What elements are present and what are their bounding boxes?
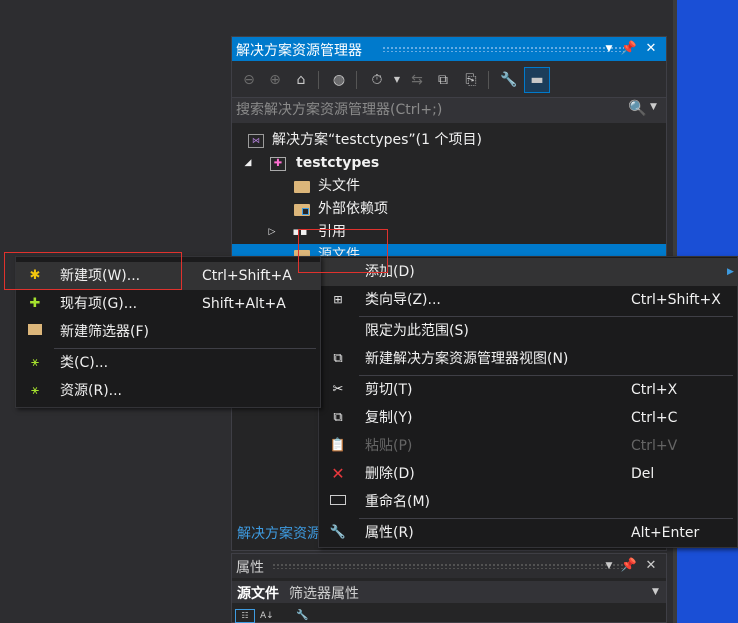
- object-name: 源文件: [237, 586, 279, 602]
- collapsed-arrow-icon[interactable]: ▷: [264, 225, 280, 239]
- rename-icon: [329, 494, 347, 510]
- property-pages-wrench-icon[interactable]: 🔧: [296, 609, 310, 623]
- pending-changes-filter-icon[interactable]: ⏱: [366, 69, 388, 91]
- submenu-item-resource[interactable]: ⚹ 资源(R)...: [16, 377, 320, 405]
- menu-item-class-wizard[interactable]: ⊞ 类向导(Z)... Ctrl+Shift+X: [319, 286, 737, 314]
- tree-item-solution[interactable]: ⋈ 解决方案“testctypes”(1 个项目): [232, 129, 666, 152]
- chevron-down-icon[interactable]: ▼: [386, 69, 408, 91]
- menu-item-paste[interactable]: 📋 粘贴(P) Ctrl+V: [319, 432, 737, 460]
- solution-explorer-toolbar: ⊖ ⊕ ⌂ ◍ ⏱ ▼ ⇆ ⧉ ⎘ 🔧 ▬: [232, 61, 666, 97]
- pin-icon[interactable]: 📌: [620, 39, 638, 59]
- panel-title: 解决方案资源管理器: [236, 43, 362, 59]
- expanded-arrow-icon[interactable]: ◢: [240, 156, 256, 170]
- submenu-item-new-filter[interactable]: 新建筛选器(F): [16, 318, 320, 346]
- back-icon[interactable]: ⊖: [238, 69, 260, 91]
- context-menu: 添加(D) ▶ ⊞ 类向导(Z)... Ctrl+Shift+X 限定为此范围(…: [318, 256, 738, 548]
- home-icon[interactable]: ⌂: [290, 69, 312, 91]
- wrench-icon: 🔧: [329, 525, 347, 540]
- sync-icon[interactable]: ⇆: [406, 69, 428, 91]
- switch-view-icon[interactable]: ◍: [328, 69, 350, 91]
- new-folder-icon: [26, 324, 44, 340]
- new-view-icon: ⧉: [333, 351, 343, 366]
- properties-panel: 属性 ▼ 📌 ✕ 源文件 筛选器属性 ▼ ☷ A↓ 🔧: [231, 553, 667, 623]
- alphabetical-icon[interactable]: A↓: [260, 609, 278, 623]
- show-all-files-icon[interactable]: ⎘: [460, 69, 482, 91]
- menu-item-delete[interactable]: ✕ 删除(D) Del: [319, 460, 737, 488]
- add-class-icon: ⚹: [31, 355, 39, 370]
- tree-item-project[interactable]: ◢ ✚ testctypes: [232, 152, 666, 175]
- menu-item-cut[interactable]: ✂ 剪切(T) Ctrl+X: [319, 376, 737, 404]
- drag-grip[interactable]: [272, 563, 624, 569]
- collapse-all-icon[interactable]: ⧉: [432, 69, 454, 91]
- solution-explorer-title-bar[interactable]: 解决方案资源管理器 ▼ 📌 ✕: [232, 37, 666, 61]
- submenu-item-existing-item[interactable]: ✚ 现有项(G)... Shift+Alt+A: [16, 290, 320, 318]
- menu-item-properties[interactable]: 🔧 属性(R) Alt+Enter: [319, 519, 737, 547]
- window-position-dropdown-icon[interactable]: ▼: [600, 556, 618, 576]
- existing-item-icon: ✚: [29, 296, 41, 311]
- object-selector[interactable]: 源文件 筛选器属性 ▼: [232, 581, 666, 603]
- chevron-down-icon[interactable]: ▼: [650, 102, 657, 112]
- submenu-item-class[interactable]: ⚹ 类(C)...: [16, 349, 320, 377]
- search-box: 🔍 ▼: [232, 97, 666, 123]
- drag-grip[interactable]: [382, 46, 624, 52]
- delete-x-icon: ✕: [331, 464, 345, 483]
- search-input[interactable]: [236, 100, 616, 120]
- folder-icon: [294, 181, 310, 193]
- paste-icon: 📋: [329, 438, 347, 453]
- menu-item-rename[interactable]: 重命名(M): [319, 488, 737, 516]
- close-icon[interactable]: ✕: [642, 39, 660, 59]
- project-icon: ✚: [270, 157, 286, 171]
- properties-title-bar[interactable]: 属性 ▼ 📌 ✕: [232, 554, 666, 578]
- highlight-box-new-item: [4, 252, 182, 290]
- search-icon[interactable]: 🔍: [628, 99, 647, 117]
- highlight-box-source-files: [298, 229, 388, 273]
- object-type: 筛选器属性: [289, 586, 359, 602]
- panel-title: 属性: [236, 560, 264, 576]
- categorized-icon[interactable]: ☷: [235, 609, 255, 623]
- forward-icon[interactable]: ⊕: [264, 69, 286, 91]
- tab-solution-explorer[interactable]: 解决方案资源: [237, 523, 321, 543]
- tree-item-header-files[interactable]: 头文件: [232, 175, 666, 198]
- properties-wrench-icon[interactable]: 🔧: [498, 69, 520, 91]
- pin-icon[interactable]: 📌: [620, 556, 638, 576]
- chevron-down-icon[interactable]: ▼: [652, 587, 659, 597]
- class-wizard-icon: ⊞: [333, 293, 343, 306]
- preview-selected-icon[interactable]: ▬: [524, 67, 550, 93]
- window-position-dropdown-icon[interactable]: ▼: [600, 39, 618, 59]
- tree-item-external-dependencies[interactable]: 外部依赖项: [232, 198, 666, 221]
- add-resource-icon: ⚹: [31, 383, 39, 398]
- scissors-icon: ✂: [332, 382, 344, 397]
- close-icon[interactable]: ✕: [642, 556, 660, 576]
- copy-icon: ⧉: [333, 410, 343, 425]
- menu-item-scope-to-this[interactable]: 限定为此范围(S): [319, 317, 737, 345]
- solution-icon: ⋈: [248, 134, 264, 148]
- submenu-arrow-icon: ▶: [727, 267, 734, 277]
- folder-icon: [294, 204, 310, 216]
- menu-item-copy[interactable]: ⧉ 复制(Y) Ctrl+C: [319, 404, 737, 432]
- menu-item-new-solution-explorer-view[interactable]: ⧉ 新建解决方案资源管理器视图(N): [319, 345, 737, 373]
